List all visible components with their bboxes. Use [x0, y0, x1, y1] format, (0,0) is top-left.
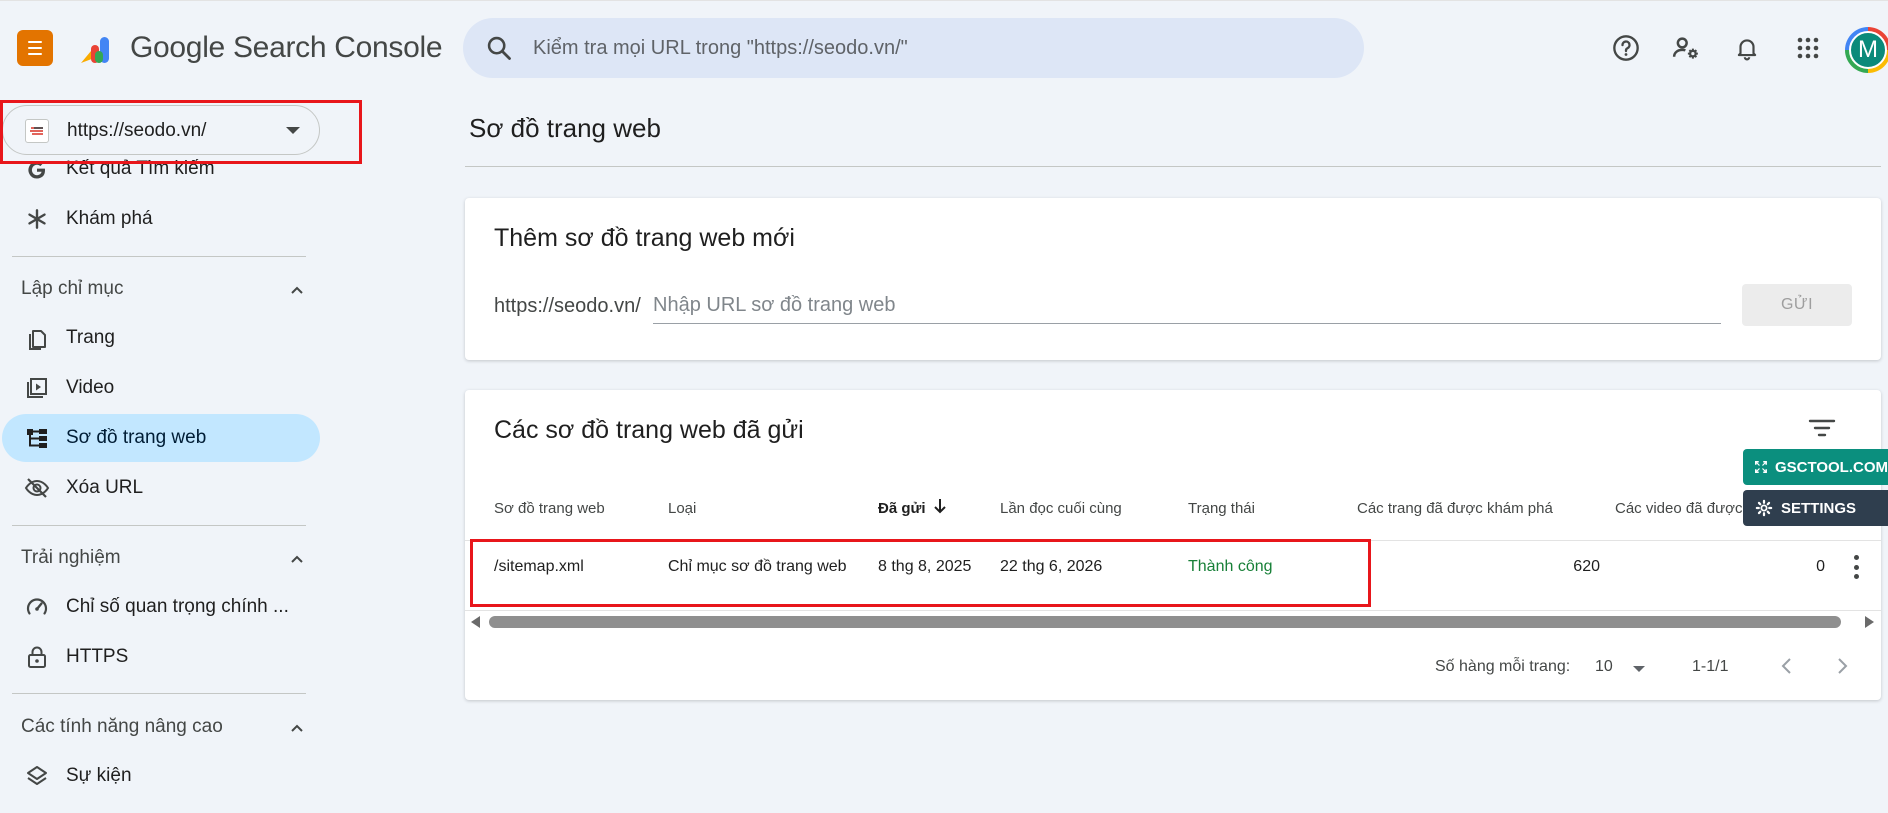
- pages-icon: [24, 325, 50, 351]
- sidebar-item-pages[interactable]: Trang: [2, 314, 320, 362]
- asterisk-icon: [24, 206, 50, 232]
- brand-name: Google Search Console: [130, 31, 443, 64]
- pagination-range: 1-1/1: [1692, 658, 1729, 675]
- apps-grid-icon[interactable]: [1791, 31, 1825, 65]
- settings-label: SETTINGS: [1781, 499, 1857, 517]
- chevron-up-icon[interactable]: [290, 283, 304, 297]
- section-header-experience[interactable]: Trải nghiệm: [21, 547, 121, 569]
- sidebar-item-label: Xóa URL: [66, 477, 144, 498]
- sidebar-item-label: Kết quả Tìm kiếm: [66, 158, 215, 179]
- table-row-divider: [465, 610, 1881, 611]
- sidebar-item-label: Chỉ số quan trọng chính ...: [66, 596, 289, 617]
- rows-select-caret-icon[interactable]: [1633, 666, 1645, 672]
- dropdown-arrow-icon: [286, 127, 300, 134]
- cell-discovered-pages: 620: [1573, 558, 1600, 575]
- property-selector[interactable]: https://seodo.vn/: [2, 105, 320, 155]
- sidebar-item-label: Sự kiện: [66, 765, 132, 786]
- column-header-status[interactable]: Trạng thái: [1188, 500, 1255, 517]
- layers-icon: [24, 763, 50, 789]
- help-icon[interactable]: [1609, 31, 1643, 65]
- sidebar-scroll-clip: Kết quả Tìm kiếm: [0, 158, 330, 198]
- video-icon: [24, 375, 50, 401]
- rows-per-page-label: Số hàng mỗi trang:: [1435, 658, 1571, 675]
- sidebar-item-removals[interactable]: Xóa URL: [2, 464, 320, 512]
- sidebar-divider: [12, 693, 306, 694]
- sidebar-item-label: HTTPS: [66, 646, 129, 667]
- lock-icon: [24, 644, 50, 670]
- gear-icon: [1755, 499, 1773, 517]
- add-sitemap-title: Thêm sơ đồ trang web mới: [494, 224, 795, 252]
- cell-sitemap: /sitemap.xml: [494, 558, 584, 575]
- column-header-discovered-pages[interactable]: Các trang đã được khám phá: [1357, 500, 1553, 517]
- submitted-sitemaps-title: Các sơ đồ trang web đã gửi: [494, 416, 804, 444]
- sidebar-item-sitemaps[interactable]: Sơ đồ trang web: [2, 414, 320, 462]
- column-header-last-read[interactable]: Lần đọc cuối cùng: [1000, 500, 1122, 517]
- expand-icon: [1755, 461, 1767, 473]
- search-input[interactable]: [533, 18, 1333, 78]
- sidebar-item-label: Trang: [66, 327, 115, 348]
- column-header-sitemap[interactable]: Sơ đồ trang web: [494, 500, 605, 517]
- sidebar-item-explore[interactable]: Khám phá: [2, 195, 320, 243]
- column-header-submitted[interactable]: Đã gửi: [878, 500, 926, 517]
- sidebar-item-search-results[interactable]: Kết quả Tìm kiếm: [2, 158, 320, 194]
- cell-type: Chỉ mục sơ đồ trang web: [668, 558, 847, 575]
- notifications-icon[interactable]: [1730, 31, 1764, 65]
- property-url: https://seodo.vn/: [67, 120, 207, 141]
- chevron-up-icon[interactable]: [290, 552, 304, 566]
- search-console-logo: [81, 37, 109, 63]
- sidebar-divider: [12, 256, 306, 257]
- page-title: Sơ đồ trang web: [469, 113, 661, 143]
- search-icon: [487, 36, 511, 60]
- sitemap-icon: [24, 425, 50, 451]
- column-header-discovered-videos[interactable]: Các video đã được: [1615, 500, 1742, 517]
- user-settings-icon[interactable]: [1669, 31, 1703, 65]
- sidebar-item-label: Sơ đồ trang web: [66, 427, 207, 448]
- submit-button[interactable]: GỬI: [1742, 284, 1852, 326]
- chevron-up-icon[interactable]: [290, 721, 304, 735]
- sidebar-item-label: Video: [66, 377, 115, 398]
- next-page-icon[interactable]: [1830, 654, 1854, 678]
- add-sitemap-card: Thêm sơ đồ trang web mới https://seodo.v…: [465, 198, 1881, 360]
- google-g-icon: [24, 158, 50, 183]
- previous-page-icon[interactable]: [1775, 654, 1799, 678]
- top-bar: Google Search Console M: [0, 0, 1888, 92]
- property-favicon: [25, 119, 49, 143]
- url-prefix: https://seodo.vn/: [494, 295, 641, 317]
- cell-submitted: 8 thg 8, 2025: [878, 558, 972, 575]
- speed-gauge-icon: [24, 594, 50, 620]
- sidebar-item-core-web-vitals[interactable]: Chỉ số quan trọng chính ...: [2, 583, 320, 631]
- main-menu-button[interactable]: [17, 30, 53, 66]
- settings-badge[interactable]: SETTINGS: [1743, 490, 1888, 526]
- section-header-indexing[interactable]: Lập chỉ mục: [21, 278, 123, 300]
- section-header-advanced[interactable]: Các tính năng nâng cao: [21, 716, 223, 738]
- cell-discovered-videos: 0: [1816, 558, 1825, 575]
- sitemap-url-input[interactable]: [653, 288, 1721, 324]
- sort-arrow-down-icon: [934, 499, 946, 514]
- gsctool-badge[interactable]: GSCTOOL.COM: [1743, 449, 1888, 485]
- sidebar-item-events[interactable]: Sự kiện: [2, 752, 320, 800]
- submitted-sitemaps-card: Các sơ đồ trang web đã gửi Sơ đồ trang w…: [465, 390, 1881, 700]
- sidebar-divider: [12, 525, 306, 526]
- scroll-left-arrow-icon[interactable]: [471, 616, 480, 628]
- horizontal-scrollbar-thumb[interactable]: [489, 616, 1841, 628]
- sidebar-item-video[interactable]: Video: [2, 364, 320, 412]
- eye-off-icon: [24, 475, 50, 501]
- url-inspect-search[interactable]: [463, 18, 1364, 78]
- column-header-type[interactable]: Loại: [668, 500, 696, 517]
- sidebar-item-label: Khám phá: [66, 208, 153, 229]
- row-more-options-icon[interactable]: [1852, 555, 1860, 579]
- account-avatar[interactable]: M: [1849, 31, 1887, 69]
- scroll-right-arrow-icon[interactable]: [1865, 616, 1874, 628]
- cell-last-read: 22 thg 6, 2026: [1000, 558, 1103, 575]
- table-header-divider: [465, 540, 1881, 541]
- rows-per-page-select[interactable]: 10: [1595, 658, 1613, 676]
- cell-status: Thành công: [1188, 558, 1273, 575]
- sidebar-item-https[interactable]: HTTPS: [2, 633, 320, 681]
- filter-icon[interactable]: [1807, 416, 1837, 440]
- title-divider: [465, 166, 1881, 167]
- gsctool-label: GSCTOOL.COM: [1774, 458, 1888, 476]
